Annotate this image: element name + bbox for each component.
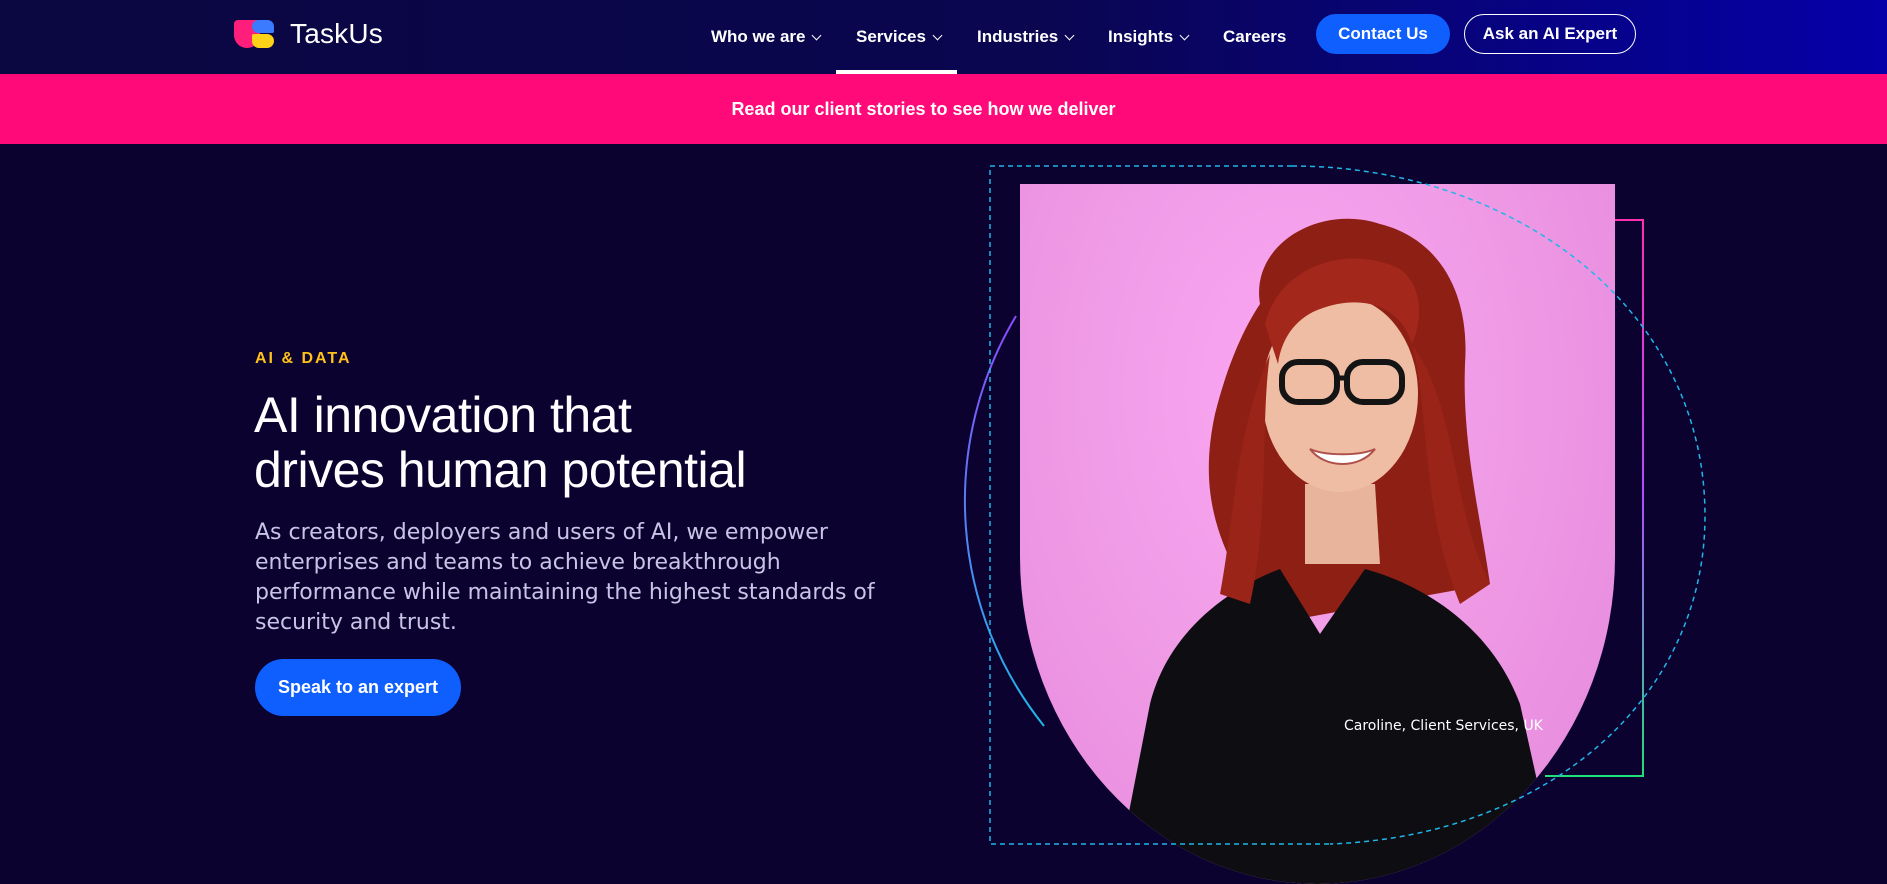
taskus-logo-icon — [234, 18, 280, 50]
client-stories-link[interactable]: Read our client stories to see how we de… — [731, 99, 1115, 120]
speak-to-expert-button[interactable]: Speak to an expert — [255, 659, 461, 716]
promo-banner: Read our client stories to see how we de… — [0, 74, 1887, 144]
photo-caption: Caroline, Client Services, UK — [1344, 718, 1543, 734]
contact-us-button[interactable]: Contact Us — [1316, 14, 1450, 54]
ask-ai-expert-button[interactable]: Ask an AI Expert — [1464, 14, 1636, 54]
nav-item-services[interactable]: Services — [856, 0, 943, 74]
hero-visual: Caroline, Client Services, UK — [950, 165, 1710, 884]
chevron-down-icon — [932, 30, 943, 40]
nav-item-industries[interactable]: Industries — [977, 0, 1075, 74]
dashed-outline — [989, 165, 1706, 845]
site-header: TaskUs Who we are Services Industries In… — [0, 0, 1887, 74]
nav-item-insights[interactable]: Insights — [1108, 0, 1190, 74]
chevron-down-icon — [1179, 30, 1190, 40]
nav-item-careers[interactable]: Careers — [1223, 0, 1286, 74]
chevron-down-icon — [812, 30, 822, 40]
nav-item-who-we-are[interactable]: Who we are — [711, 0, 822, 74]
chevron-down-icon — [1064, 30, 1075, 40]
brand-logo[interactable]: TaskUs — [234, 17, 383, 51]
hero-description: As creators, deployers and users of AI, … — [255, 520, 875, 635]
brand-name: TaskUs — [290, 18, 383, 49]
hero-headline: AI innovation that drives human potentia… — [254, 387, 747, 498]
hero-eyebrow: AI & DATA — [255, 350, 352, 367]
